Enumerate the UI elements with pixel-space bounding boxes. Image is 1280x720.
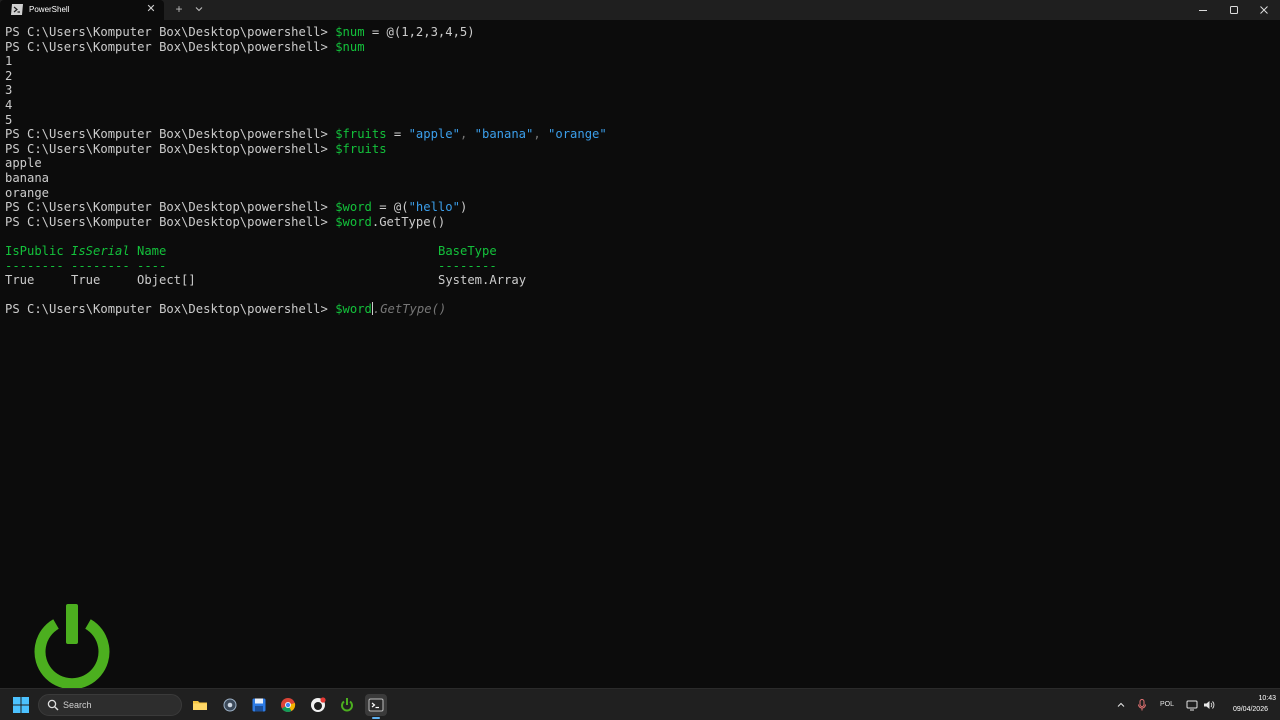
gear-icon bbox=[223, 698, 237, 712]
power-logo-icon bbox=[34, 604, 110, 688]
power-icon bbox=[341, 698, 353, 712]
search-icon bbox=[47, 699, 59, 711]
variable: $num bbox=[335, 39, 365, 54]
power-app-button[interactable] bbox=[336, 694, 358, 716]
clock-date[interactable]: 09/04/2026 bbox=[1222, 705, 1268, 714]
prompt: PS C:\Users\Komputer Box\Desktop\powersh… bbox=[5, 39, 336, 54]
prompt: PS C:\Users\Komputer Box\Desktop\powersh… bbox=[5, 127, 336, 142]
chevron-down-icon[interactable] bbox=[193, 3, 205, 15]
column-underline: -------- bbox=[438, 258, 497, 273]
variable: $num bbox=[335, 25, 365, 39]
string-literal: "banana" bbox=[474, 127, 534, 142]
table-cell: True bbox=[71, 273, 101, 288]
output-line: apple bbox=[5, 156, 42, 171]
variable: $fruits bbox=[335, 141, 387, 156]
output-line: 3 bbox=[5, 83, 13, 98]
github-desktop-button[interactable] bbox=[307, 694, 329, 716]
language-indicator[interactable]: POL bbox=[1160, 699, 1174, 711]
chevron-up-icon[interactable] bbox=[1116, 700, 1126, 710]
save-app-button[interactable] bbox=[248, 694, 270, 716]
prompt: PS C:\Users\Komputer Box\Desktop\powersh… bbox=[5, 141, 336, 156]
taskbar-search[interactable]: Search bbox=[38, 694, 182, 716]
terminal-line: PS C:\Users\Komputer Box\Desktop\powersh… bbox=[5, 200, 467, 215]
separator: , bbox=[459, 127, 475, 142]
file-explorer-button[interactable] bbox=[189, 694, 211, 716]
command-text: = @( bbox=[371, 200, 409, 215]
terminal-line: PS C:\Users\Komputer Box\Desktop\powersh… bbox=[5, 142, 387, 157]
column-underline: ---- bbox=[137, 258, 167, 273]
separator: , bbox=[533, 127, 549, 142]
powershell-icon bbox=[11, 4, 23, 15]
column-header: Name bbox=[137, 244, 167, 258]
tab-title: PowerShell bbox=[29, 5, 70, 14]
chrome-icon bbox=[281, 698, 296, 712]
column-underline: -------- bbox=[71, 258, 130, 273]
string-literal: "hello" bbox=[408, 200, 460, 215]
terminal-line: PS C:\Users\Komputer Box\Desktop\powersh… bbox=[5, 25, 475, 40]
terminal-button[interactable] bbox=[365, 694, 387, 719]
column-underline: -------- bbox=[5, 258, 64, 273]
prompt: PS C:\Users\Komputer Box\Desktop\powersh… bbox=[5, 200, 336, 215]
output-line: banana bbox=[5, 171, 50, 185]
minimize-button[interactable] bbox=[1193, 2, 1213, 18]
folder-icon bbox=[193, 701, 207, 710]
column-header: BaseType bbox=[438, 244, 497, 258]
output-line: 4 bbox=[5, 98, 13, 112]
chrome-button[interactable] bbox=[277, 694, 299, 716]
column-header: IsPublic bbox=[5, 244, 64, 258]
prompt: PS C:\Users\Komputer Box\Desktop\powersh… bbox=[5, 25, 336, 39]
clock-time[interactable]: 10:43 bbox=[1236, 694, 1276, 703]
terminal-icon bbox=[368, 698, 384, 712]
prompt: PS C:\Users\Komputer Box\Desktop\powersh… bbox=[5, 214, 336, 229]
title-bar: PowerShell ✕ + bbox=[0, 0, 1280, 20]
volume-icon[interactable] bbox=[1203, 699, 1215, 711]
current-input-line[interactable]: PS C:\Users\Komputer Box\Desktop\powersh… bbox=[5, 302, 446, 317]
command-text: = @(1,2,3,4,5) bbox=[364, 25, 475, 39]
search-placeholder: Search bbox=[63, 700, 92, 710]
command-text: ) bbox=[459, 200, 468, 215]
floppy-disk-icon bbox=[252, 698, 266, 712]
taskbar: Search POL 10:43 09/04/2026 bbox=[0, 688, 1280, 720]
typed-input[interactable]: $word bbox=[335, 302, 372, 316]
github-icon bbox=[311, 697, 326, 712]
variable: $word bbox=[335, 200, 372, 215]
output-line: orange bbox=[5, 185, 50, 200]
prompt: PS C:\Users\Komputer Box\Desktop\powersh… bbox=[5, 302, 336, 317]
table-cell: Object[] bbox=[137, 273, 196, 288]
network-icon[interactable] bbox=[1186, 699, 1198, 711]
terminal-output[interactable]: PS C:\Users\Komputer Box\Desktop\powersh… bbox=[5, 25, 1275, 685]
settings-button[interactable] bbox=[219, 694, 241, 716]
output-line: 2 bbox=[5, 68, 13, 83]
new-tab-button[interactable]: + bbox=[173, 3, 185, 15]
string-literal: "apple" bbox=[408, 127, 460, 142]
autocomplete-suggestion: .GetType() bbox=[372, 302, 447, 317]
terminal-line: PS C:\Users\Komputer Box\Desktop\powersh… bbox=[5, 127, 607, 142]
terminal-line: PS C:\Users\Komputer Box\Desktop\powersh… bbox=[5, 215, 445, 230]
close-window-button[interactable] bbox=[1254, 2, 1274, 18]
windows-start-icon[interactable] bbox=[13, 697, 29, 713]
variable: $fruits bbox=[335, 127, 387, 142]
terminal-line: PS C:\Users\Komputer Box\Desktop\powersh… bbox=[5, 40, 365, 55]
table-cell: True bbox=[5, 273, 35, 288]
tab-close-button[interactable]: ✕ bbox=[145, 3, 157, 15]
maximize-button[interactable] bbox=[1224, 2, 1244, 18]
microphone-icon[interactable] bbox=[1137, 699, 1147, 711]
output-line: 1 bbox=[5, 54, 13, 69]
variable: $word bbox=[335, 214, 372, 229]
column-header: IsSerial bbox=[71, 244, 130, 258]
command-text: = bbox=[386, 127, 409, 142]
table-cell: System.Array bbox=[438, 273, 527, 288]
command-text: .GetType() bbox=[371, 214, 446, 229]
output-line: 5 bbox=[5, 112, 13, 127]
tab-powershell[interactable]: PowerShell ✕ bbox=[0, 0, 164, 20]
string-literal: "orange" bbox=[548, 127, 607, 142]
